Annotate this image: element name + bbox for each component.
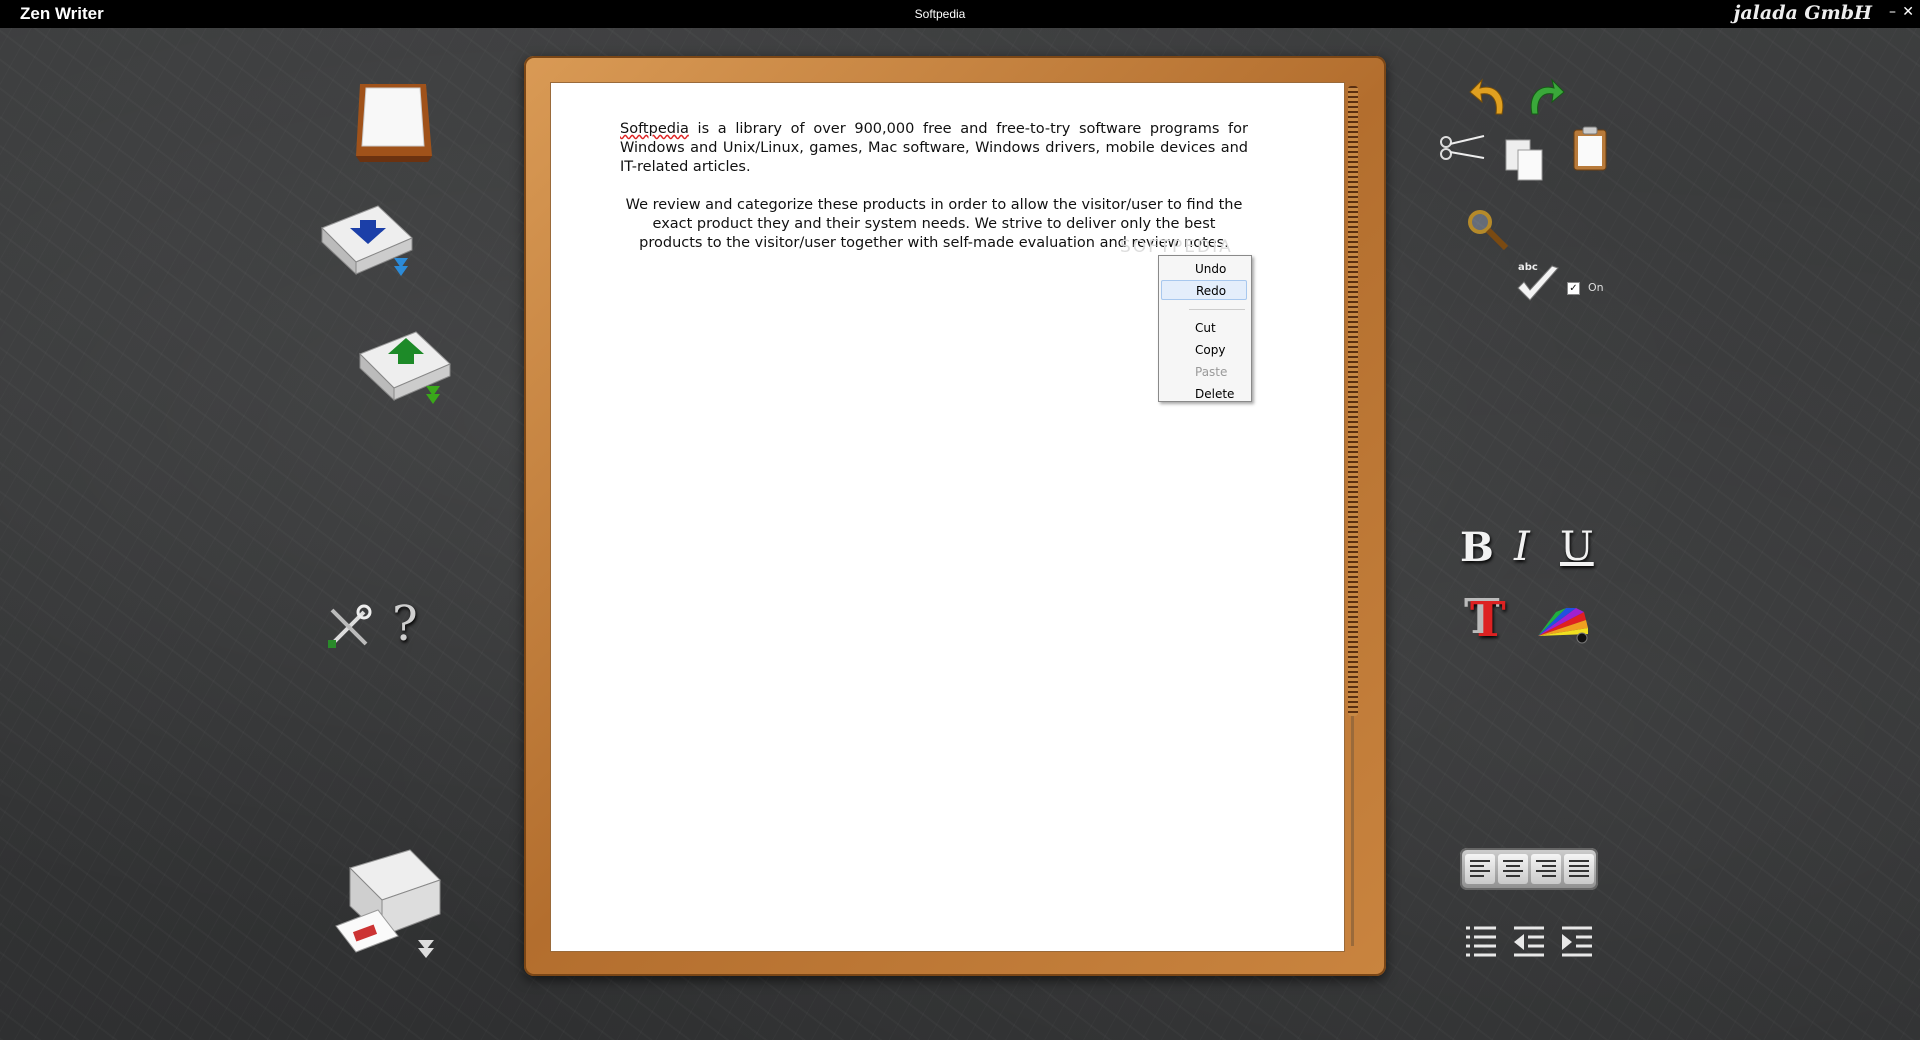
settings-icon[interactable] [326, 604, 372, 650]
print-icon[interactable] [328, 840, 448, 964]
menu-item-paste[interactable]: Paste [1161, 362, 1247, 382]
menu-separator [1189, 309, 1245, 310]
font-icon[interactable]: T [1470, 592, 1506, 648]
copy-icon[interactable] [1504, 138, 1546, 184]
save-icon[interactable] [316, 198, 420, 280]
help-icon[interactable]: ? [392, 596, 418, 652]
misspelled-word: Softpedia [620, 121, 689, 137]
menu-item-undo[interactable]: Undo [1161, 259, 1247, 279]
scrollbar-track[interactable] [1351, 716, 1354, 946]
paste-icon[interactable] [1572, 126, 1608, 172]
menu-item-redo[interactable]: Redo [1161, 280, 1247, 300]
scrollbar-coil[interactable] [1348, 86, 1358, 716]
spellcheck-label: On [1588, 281, 1604, 294]
spellcheck-checkbox[interactable]: ✓ [1567, 282, 1580, 295]
outdent-icon[interactable] [1512, 924, 1546, 960]
watermark: SOFTPEDIA [1120, 237, 1233, 257]
document-title: Softpedia [914, 7, 966, 21]
title-bar: Zen Writer Softpedia jalada GmbH – ✕ [0, 0, 1920, 28]
color-palette-icon[interactable] [1534, 604, 1592, 644]
menu-item-delete[interactable]: Delete [1161, 384, 1247, 404]
align-center-icon[interactable] [1498, 854, 1528, 884]
align-left-icon[interactable] [1465, 854, 1495, 884]
align-justify-icon[interactable] [1564, 854, 1594, 884]
context-menu: Undo Redo Cut Copy Paste Delete [1158, 255, 1252, 402]
alignment-group [1460, 848, 1598, 890]
underline-button[interactable]: U [1560, 524, 1594, 570]
bold-button[interactable]: B [1460, 524, 1494, 571]
bullet-list-icon[interactable] [1464, 924, 1498, 960]
spellcheck-icon[interactable]: abc [1514, 260, 1562, 304]
cut-icon[interactable] [1438, 132, 1486, 162]
paragraph-1-text: is a library of over 900,000 free and fr… [620, 121, 1248, 175]
menu-item-cut[interactable]: Cut [1161, 318, 1247, 338]
search-icon[interactable] [1466, 208, 1510, 252]
spellcheck-badge: abc [1518, 262, 1538, 273]
new-document-icon[interactable] [352, 80, 434, 162]
document-text[interactable]: Softpedia is a library of over 900,000 f… [620, 120, 1248, 253]
redo-icon[interactable] [1524, 74, 1566, 118]
italic-button[interactable]: I [1514, 524, 1530, 570]
brand-logo: jalada GmbH [1733, 2, 1873, 24]
align-right-icon[interactable] [1531, 854, 1561, 884]
indent-icon[interactable] [1560, 924, 1594, 960]
open-icon[interactable] [354, 324, 458, 408]
menu-item-copy[interactable]: Copy [1161, 340, 1247, 360]
minimize-button[interactable]: – [1889, 4, 1896, 20]
close-button[interactable]: ✕ [1902, 4, 1914, 20]
undo-icon[interactable] [1468, 74, 1510, 118]
paragraph-1: Softpedia is a library of over 900,000 f… [620, 120, 1248, 177]
